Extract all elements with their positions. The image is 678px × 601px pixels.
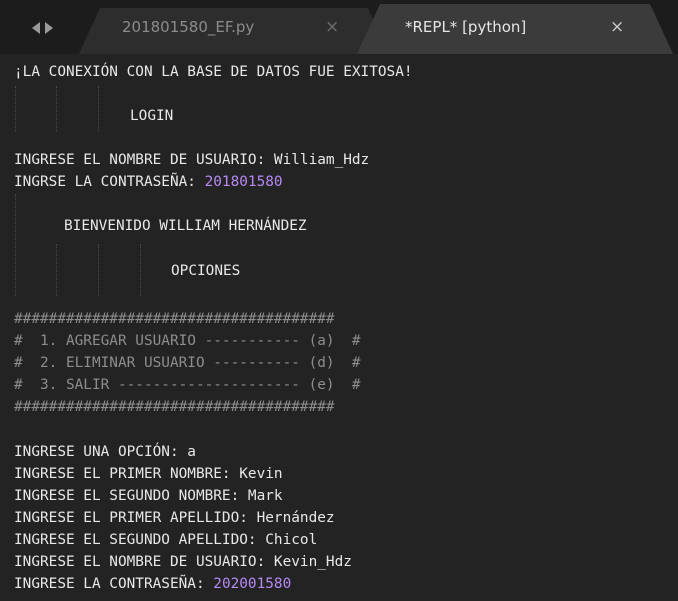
options-title: OPCIONES (171, 263, 241, 279)
username-value: William_Hdz (273, 152, 370, 168)
password-value: 201801580 (204, 174, 283, 190)
menu-border-bottom: ##################################### (14, 399, 335, 415)
close-icon[interactable]: × (610, 16, 624, 38)
close-icon[interactable]: × (325, 16, 339, 38)
menu-option-exit: # 3. SALIR --------------------- (e) # (14, 377, 361, 393)
username-line: INGRESE EL NOMBRE DE USUARIO: William_Hd… (14, 149, 369, 171)
first-name-line: INGRESE EL PRIMER NOMBRE: Kevin (14, 466, 283, 482)
welcome-message: BIENVENIDO WILLIAM HERNÁNDEZ (64, 218, 307, 234)
login-title: LOGIN (130, 108, 174, 124)
new-password-line: INGRESE LA CONTRASEÑA: 202001580 (14, 573, 291, 595)
menu-option-add: # 1. AGREGAR USUARIO ----------- (a) # (14, 333, 361, 349)
first-lastname-line: INGRESE EL PRIMER APELLIDO: Hernández (14, 510, 335, 526)
tab-nav-arrows[interactable] (32, 22, 53, 34)
indent-guide (15, 86, 16, 132)
password-prompt: INGRSE LA CONTRASEÑA: (14, 174, 205, 190)
option-value: a (187, 444, 196, 460)
new-password-prompt: INGRESE LA CONTRASEÑA: (14, 576, 214, 592)
tab-file-label[interactable]: 201801580_EF.py (122, 16, 254, 38)
menu-border-top: ##################################### (14, 311, 335, 327)
indent-guide (15, 194, 16, 296)
password-line: INGRSE LA CONTRASEÑA: 201801580 (14, 171, 283, 193)
option-line: INGRESE UNA OPCIÓN: a (14, 441, 196, 463)
connection-message: ¡LA CONEXIÓN CON LA BASE DE DATOS FUE EX… (14, 64, 413, 80)
menu-option-delete: # 2. ELIMINAR USUARIO ---------- (d) # (14, 355, 361, 371)
username-prompt: INGRESE EL NOMBRE DE USUARIO: (14, 152, 274, 168)
sublime-window: 201801580_EF.py × *REPL* [python] × ¡LA … (0, 0, 678, 601)
indent-guide (98, 86, 99, 132)
indent-guide (140, 244, 141, 296)
indent-guide (98, 244, 99, 296)
new-username-line: INGRESE EL NOMBRE DE USUARIO: Kevin_Hdz (14, 554, 352, 570)
arrow-left-icon[interactable] (32, 22, 40, 34)
indent-guide (56, 244, 57, 296)
tab-bar: 201801580_EF.py × *REPL* [python] × (0, 0, 678, 56)
new-password-value: 202001580 (213, 576, 292, 592)
second-name-line: INGRESE EL SEGUNDO NOMBRE: Mark (14, 488, 283, 504)
indent-guide (56, 86, 57, 132)
second-lastname-line: INGRESE EL SEGUNDO APELLIDO: Chicol (14, 532, 318, 548)
option-prompt: INGRESE UNA OPCIÓN: (14, 444, 188, 460)
tab-repl-label[interactable]: *REPL* [python] (405, 16, 526, 38)
arrow-right-icon[interactable] (45, 22, 53, 34)
